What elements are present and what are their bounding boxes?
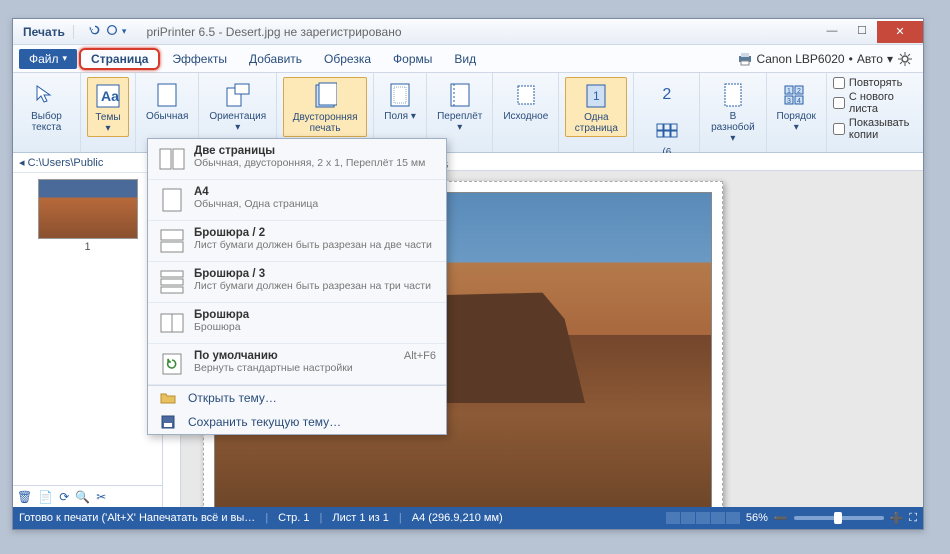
menubar: Файл Страница Эффекты Добавить Обрезка Ф… [13, 45, 923, 73]
svg-text:1: 1 [787, 88, 791, 95]
two-pages-icon [158, 145, 186, 173]
status-size: A4 (296.9,210 мм) [412, 512, 503, 524]
booklet-icon [158, 309, 186, 337]
tab-page[interactable]: Страница [79, 48, 160, 70]
zoom-out-button[interactable]: ➖ [774, 512, 788, 525]
onepage-button[interactable]: 1Одна страница [565, 77, 627, 137]
window-title: priPrinter 6.5 - Desert.jpg не зарегистр… [146, 25, 401, 39]
orientation-button[interactable]: Ориентация ▾ [205, 77, 270, 135]
themes-button[interactable]: AaТемы ▾ [87, 77, 129, 137]
view-mode-buttons[interactable] [666, 512, 740, 524]
print-label[interactable]: Печать [19, 25, 74, 39]
theme-booklet-2[interactable]: Брошюра / 2Лист бумаги должен быть разре… [148, 221, 446, 262]
qat-dropdown-icon[interactable]: ▾ [122, 26, 127, 37]
save-icon [160, 414, 176, 430]
fullscreen-icon[interactable]: ⛶ [909, 512, 917, 525]
booklet-3-icon [158, 268, 186, 296]
svg-text:1: 1 [593, 89, 600, 103]
theme-booklet-3[interactable]: Брошюра / 3Лист бумаги должен быть разре… [148, 262, 446, 303]
statusbar: Готово к печати ('Alt+X' Напечатать всё … [13, 507, 923, 529]
spread-button[interactable]: В разнобой ▾ [706, 77, 759, 146]
theme-a4[interactable]: A4Обычная, Одна страница [148, 180, 446, 221]
default-icon [158, 350, 186, 378]
theme-two-pages[interactable]: Две страницыОбычная, двусторонняя, 2 x 1… [148, 139, 446, 180]
booklet-2-icon [158, 227, 186, 255]
redo-icon[interactable] [105, 23, 119, 40]
zoom-slider[interactable] [794, 516, 884, 520]
save-theme[interactable]: Сохранить текущую тему… [148, 410, 446, 434]
minimize-button[interactable]: — [817, 21, 847, 41]
original-button[interactable]: Исходное [499, 77, 552, 124]
file-menu[interactable]: Файл [19, 49, 77, 69]
printer-selector[interactable]: Canon LBP6020• Авто▾ [737, 51, 917, 67]
status-ready: Готово к печати ('Alt+X' Напечатать всё … [19, 512, 255, 524]
duplex-button[interactable]: Двусторонняя печать [283, 77, 367, 137]
zoom-value: 56% [746, 512, 768, 524]
svg-text:4: 4 [797, 98, 801, 105]
gear-icon[interactable] [897, 51, 913, 67]
repeat-checkbox[interactable]: Повторять [833, 77, 917, 89]
printer-icon [737, 51, 753, 67]
a4-icon [158, 186, 186, 214]
copy-icon[interactable]: 📄 [38, 490, 53, 504]
theme-default[interactable]: По умолчаниюВернуть стандартные настройк… [148, 344, 446, 385]
layout-2-button[interactable]: 2 [647, 77, 687, 113]
breadcrumb[interactable]: C:\Users\Public [13, 153, 162, 173]
status-page: Стр. 1 [278, 512, 309, 524]
tab-crop[interactable]: Обрезка [314, 48, 381, 70]
svg-text:3: 3 [787, 98, 791, 105]
left-panel: C:\Users\Public 1 🗑 📄 ⟳ 🔍 ✂ [13, 153, 163, 507]
search-icon[interactable]: 🔍 [75, 490, 90, 504]
newsheet-checkbox[interactable]: С нового листа [833, 91, 917, 115]
tab-forms[interactable]: Формы [383, 48, 442, 70]
text-select-button[interactable]: Выбор текста [19, 77, 74, 135]
undo-icon[interactable] [88, 23, 102, 40]
delete-icon[interactable]: 🗑 [17, 490, 32, 504]
tab-effects[interactable]: Эффекты [162, 48, 237, 70]
thumbnails: 1 [13, 173, 162, 485]
themes-dropdown: Две страницыОбычная, двусторонняя, 2 x 1… [147, 138, 447, 435]
tab-add[interactable]: Добавить [239, 48, 312, 70]
crop-icon[interactable]: ✂ [96, 490, 106, 504]
svg-text:Aa: Aa [101, 88, 119, 104]
thumbnail-label: 1 [84, 241, 90, 253]
theme-booklet[interactable]: БрошюраБрошюра [148, 303, 446, 344]
open-theme[interactable]: Открыть тему… [148, 386, 446, 410]
status-sheet: Лист 1 из 1 [332, 512, 389, 524]
left-toolbar: 🗑 📄 ⟳ 🔍 ✂ [13, 485, 162, 507]
titlebar: Печать ▾ priPrinter 6.5 - Desert.jpg не … [13, 19, 923, 45]
page-thumbnail[interactable] [38, 179, 138, 239]
binding-button[interactable]: Переплёт ▾ [433, 77, 486, 135]
close-button[interactable]: ✕ [877, 21, 923, 43]
svg-text:2: 2 [797, 88, 801, 95]
margins-button[interactable]: Поля ▾ [380, 77, 420, 124]
refresh-icon[interactable]: ⟳ [59, 490, 69, 504]
tab-view[interactable]: Вид [444, 48, 486, 70]
order-button[interactable]: 1234Порядок ▾ [773, 77, 820, 135]
quick-access-toolbar: ▾ [80, 23, 135, 40]
zoom-in-button[interactable]: ➕ [890, 512, 904, 525]
ribbon-options: Повторять С нового листа Показывать копи… [827, 73, 923, 152]
normal-button[interactable]: Обычная [142, 77, 192, 124]
showcopies-checkbox[interactable]: Показывать копии [833, 117, 917, 141]
folder-open-icon [160, 390, 176, 406]
maximize-button[interactable]: ☐ [847, 21, 877, 41]
